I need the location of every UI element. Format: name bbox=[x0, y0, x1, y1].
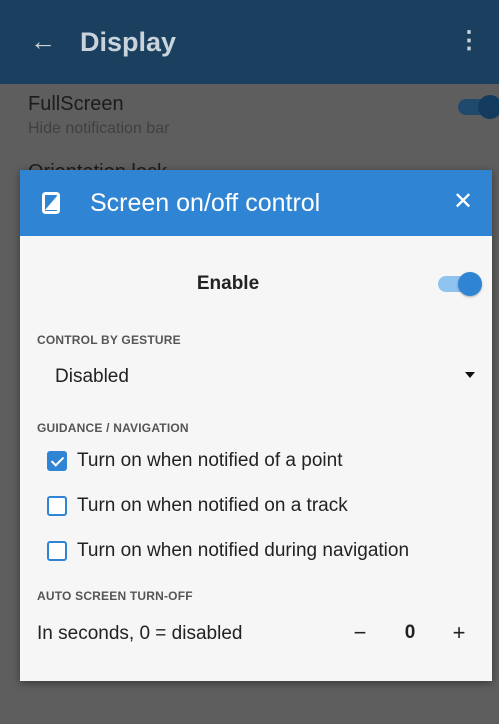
toggle-knob bbox=[478, 95, 499, 119]
checkbox-label: Turn on when notified of a point bbox=[77, 450, 343, 471]
enable-label: Enable bbox=[196, 273, 260, 294]
section-auto-turn-off: AUTO SCREEN TURN-OFF bbox=[37, 589, 193, 603]
setting-subtitle: Hide notification bar bbox=[28, 120, 170, 137]
checkbox-checked-icon[interactable] bbox=[47, 451, 67, 471]
enable-toggle[interactable] bbox=[438, 272, 482, 296]
decrement-button[interactable]: − bbox=[345, 618, 375, 648]
page-title: Display bbox=[80, 27, 177, 57]
more-vert-icon[interactable]: ⋮ bbox=[457, 26, 481, 56]
checkbox-unchecked-icon[interactable] bbox=[47, 496, 67, 516]
setting-fullscreen[interactable]: FullScreen Hide notification bar bbox=[28, 92, 468, 140]
dialog-header: Screen on/off control ✕ bbox=[20, 170, 492, 236]
increment-button[interactable]: + bbox=[444, 618, 474, 648]
close-icon[interactable]: ✕ bbox=[448, 187, 478, 217]
fullscreen-toggle[interactable] bbox=[458, 95, 499, 119]
section-gesture: CONTROL BY GESTURE bbox=[37, 333, 181, 347]
seconds-value[interactable]: 0 bbox=[395, 618, 425, 648]
setting-title: FullScreen bbox=[28, 93, 124, 115]
checkbox-label: Turn on when notified during navigation bbox=[77, 540, 410, 561]
app-bar: ← Display ⋮ bbox=[0, 0, 499, 84]
dialog-title: Screen on/off control bbox=[90, 189, 321, 217]
checkbox-label: Turn on when notified on a track bbox=[77, 495, 348, 516]
section-guidance: GUIDANCE / NAVIGATION bbox=[37, 421, 189, 435]
phone-screen-icon bbox=[42, 192, 60, 214]
seconds-label: In seconds, 0 = disabled bbox=[37, 623, 243, 644]
dropdown-arrow-icon bbox=[465, 372, 475, 378]
gesture-select[interactable]: Disabled bbox=[37, 362, 475, 392]
arrow-left-icon[interactable]: ← bbox=[30, 26, 56, 56]
toggle-knob bbox=[458, 272, 482, 296]
screen-control-dialog: Screen on/off control ✕ Enable CONTROL B… bbox=[20, 170, 492, 681]
checkbox-unchecked-icon[interactable] bbox=[47, 541, 67, 561]
gesture-select-value: Disabled bbox=[55, 366, 129, 387]
